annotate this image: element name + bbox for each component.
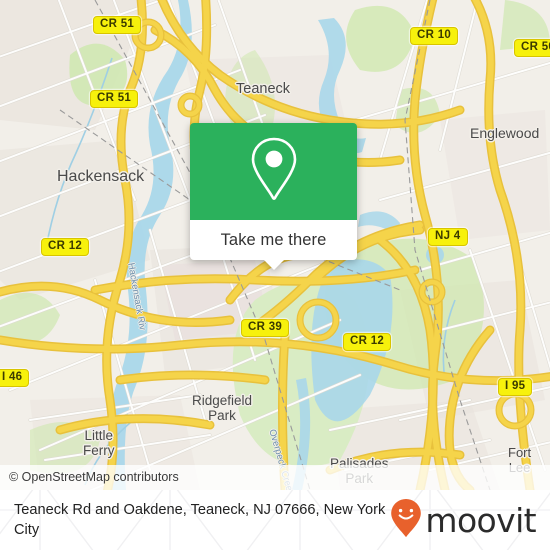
callout-cta-panel[interactable]: Take me there: [190, 220, 357, 270]
road-shield-i-95: I 95: [498, 378, 533, 396]
callout-pointer-tail: [262, 259, 285, 270]
map-pin-icon: [246, 134, 302, 209]
moovit-smiley-pin-icon: [390, 498, 422, 543]
map-canvas[interactable]: .park { fill:#cfe8af; } .park2 { fill:#d…: [0, 0, 550, 490]
road-shield-cr-51-south: CR 51: [90, 90, 139, 108]
location-address: Teaneck Rd and Oakdene, Teaneck, NJ 0766…: [14, 501, 386, 538]
road-shield-cr-12-east: CR 12: [343, 333, 392, 351]
callout-marker-panel: [190, 123, 357, 220]
take-me-there-label: Take me there: [220, 230, 327, 249]
footer-bar: Teaneck Rd and Oakdene, Teaneck, NJ 0766…: [0, 490, 550, 550]
osm-attribution-text: © OpenStreetMap contributors: [9, 470, 179, 485]
road-shield-cr-12-west: CR 12: [41, 238, 90, 256]
road-shield-cr-39: CR 39: [241, 319, 290, 337]
road-shield-cr-10: CR 10: [410, 27, 459, 45]
moovit-wordmark: moovit: [425, 500, 536, 540]
screenshot-root: .park { fill:#cfe8af; } .park2 { fill:#d…: [0, 0, 550, 550]
road-shield-nj-4: NJ 4: [428, 228, 468, 246]
osm-attribution[interactable]: © OpenStreetMap contributors: [0, 465, 550, 490]
road-shield-i-46: I 46: [0, 369, 30, 387]
road-shield-cr-501: CR 501: [514, 39, 550, 57]
road-shield-cr-51-north: CR 51: [93, 16, 142, 34]
location-callout-card[interactable]: Take me there: [190, 123, 357, 270]
moovit-logo[interactable]: moovit: [390, 498, 537, 543]
